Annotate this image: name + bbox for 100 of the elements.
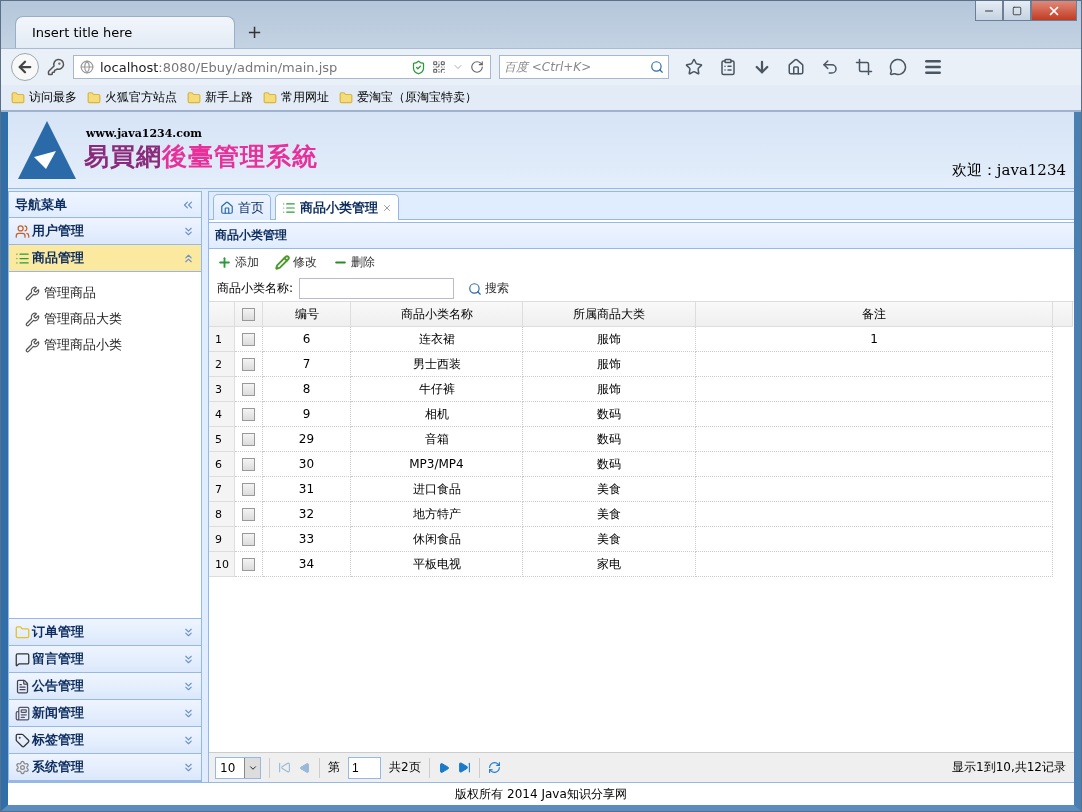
menu-icon[interactable]	[923, 57, 943, 77]
menu-item[interactable]: 管理商品	[25, 284, 201, 302]
download-icon[interactable]	[753, 58, 771, 76]
checkbox[interactable]	[242, 357, 255, 371]
menu-group[interactable]: 新闻管理	[9, 700, 201, 727]
bookmark-link[interactable]: 访问最多	[11, 89, 77, 106]
folder-icon	[11, 90, 25, 105]
footer-text: 版权所有 2014 Java知识分享网	[8, 782, 1074, 805]
document-icon	[15, 678, 30, 694]
record-info: 显示1到10,共12记录	[952, 759, 1067, 776]
checkbox[interactable]	[242, 332, 255, 346]
bookmark-link[interactable]: 火狐官方站点	[87, 89, 177, 106]
table-cell: 美食	[523, 477, 696, 502]
menu-item[interactable]: 管理商品大类	[25, 310, 201, 328]
column-header[interactable]: 商品小类名称	[351, 302, 523, 327]
new-tab-button[interactable]: +	[247, 21, 263, 42]
panel-title: 商品小类管理	[209, 222, 1074, 249]
table-cell: 美食	[523, 502, 696, 527]
toolbar-button[interactable]: 修改	[275, 254, 317, 271]
menu-group[interactable]: 商品管理	[9, 245, 201, 272]
last-page-icon[interactable]	[457, 761, 471, 774]
undo-icon[interactable]	[821, 58, 839, 76]
menu-group[interactable]: 公告管理	[9, 673, 201, 700]
menu-group[interactable]: 留言管理	[9, 646, 201, 673]
folder-icon	[87, 90, 101, 105]
toolbar-button[interactable]: 删除	[333, 254, 375, 271]
checkbox[interactable]	[242, 507, 255, 521]
checkbox[interactable]	[242, 482, 255, 496]
menu-item[interactable]: 管理商品小类	[25, 336, 201, 354]
checkbox[interactable]	[242, 407, 255, 421]
folder-icon	[339, 90, 353, 105]
search-icon[interactable]	[650, 60, 664, 74]
app-title: 易買網後臺管理系統	[84, 141, 319, 173]
table-cell: 相机	[351, 402, 523, 427]
menu-group[interactable]: 标签管理	[9, 727, 201, 754]
refresh-icon[interactable]	[487, 761, 501, 774]
key-icon[interactable]	[47, 58, 65, 76]
table-cell: 家电	[523, 552, 696, 577]
address-bar[interactable]: localhost:8080/Ebuy/admin/main.jsp	[73, 55, 491, 79]
menu-group[interactable]: 用户管理	[9, 218, 201, 245]
previous-page-icon[interactable]	[299, 761, 311, 774]
row-number: 7	[209, 477, 235, 502]
first-page-icon[interactable]	[278, 761, 291, 774]
chat-icon[interactable]	[889, 58, 907, 76]
column-header[interactable]: 所属商品大类	[523, 302, 696, 327]
close-icon[interactable]	[382, 202, 392, 213]
home-icon[interactable]	[787, 58, 805, 76]
table-cell: 进口食品	[351, 477, 523, 502]
row-number: 2	[209, 352, 235, 377]
browser-tab[interactable]: Insert title here	[15, 16, 235, 48]
row-number: 5	[209, 427, 235, 452]
clipboard-icon[interactable]	[719, 58, 737, 76]
table-cell: 数码	[523, 402, 696, 427]
table-cell: 平板电视	[351, 552, 523, 577]
shield-icon[interactable]	[411, 59, 426, 75]
bookmark-link[interactable]: 新手上路	[187, 89, 253, 106]
crop-icon[interactable]	[855, 58, 873, 76]
checkbox[interactable]	[242, 307, 255, 321]
checkbox[interactable]	[242, 557, 255, 571]
star-icon[interactable]	[685, 58, 703, 76]
checkbox[interactable]	[242, 382, 255, 396]
menu-group[interactable]: 系统管理	[9, 754, 201, 781]
bookmark-link[interactable]: 爱淘宝（原淘宝特卖）	[339, 89, 477, 106]
table-cell: 数码	[523, 427, 696, 452]
qr-code-icon[interactable]	[432, 60, 446, 74]
table-cell: 数码	[523, 452, 696, 477]
tools-icon	[25, 285, 40, 301]
row-number: 1	[209, 327, 235, 352]
checkbox[interactable]	[242, 432, 255, 446]
search-field[interactable]: 百度 <Ctrl+K>	[499, 55, 669, 79]
tools-icon	[25, 311, 40, 327]
checkbox[interactable]	[242, 457, 255, 471]
tab[interactable]: 商品小类管理	[275, 194, 399, 220]
page-size-select[interactable]: 10	[215, 756, 261, 779]
table-cell: 美食	[523, 527, 696, 552]
table-cell: 男士西装	[351, 352, 523, 377]
column-header[interactable]: 编号	[263, 302, 351, 327]
page-input[interactable]: 1	[348, 756, 381, 779]
column-header[interactable]: 备注	[696, 302, 1053, 327]
reload-icon[interactable]	[470, 60, 484, 74]
toolbar-button[interactable]: 添加	[217, 254, 259, 271]
input-field[interactable]	[299, 278, 455, 299]
bookmark-link[interactable]: 常用网址	[263, 89, 329, 106]
tools-icon	[25, 337, 40, 353]
search-button[interactable]: 搜索	[468, 280, 510, 297]
page-total: 共2页	[389, 759, 421, 776]
table-cell: 服饰	[523, 377, 696, 402]
table-cell: 33	[263, 527, 351, 552]
folder-icon	[15, 624, 30, 640]
logo-icon	[16, 119, 78, 181]
menu-group[interactable]: 订单管理	[9, 619, 201, 646]
checkbox[interactable]	[242, 532, 255, 546]
minimize-button[interactable]	[975, 1, 1003, 21]
back-button[interactable]	[11, 53, 39, 81]
next-page-icon[interactable]	[437, 761, 450, 774]
tab[interactable]: 首页	[213, 194, 271, 220]
table-cell: 服饰	[523, 352, 696, 377]
users-icon	[15, 223, 30, 239]
close-button[interactable]	[1031, 1, 1077, 21]
maximize-button[interactable]	[1003, 1, 1031, 21]
